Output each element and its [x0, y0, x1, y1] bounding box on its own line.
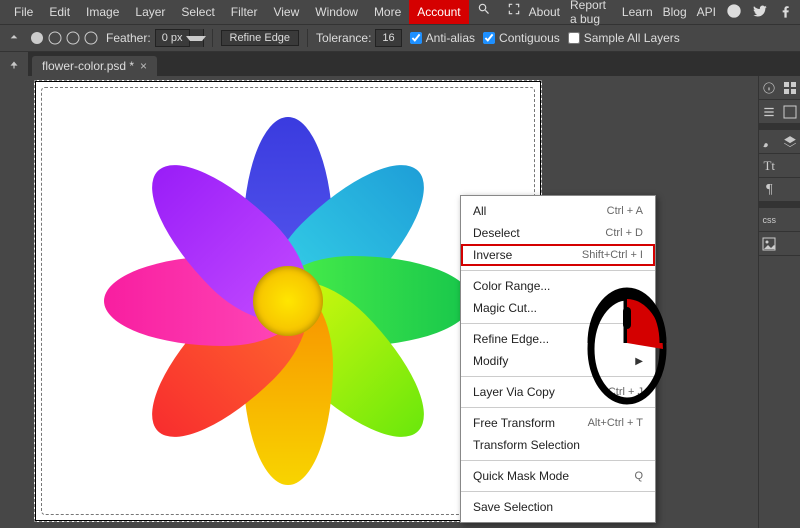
link-report-bug[interactable]: Report a bug	[570, 0, 612, 26]
right-panels: Tt ¶ css	[758, 76, 800, 528]
antialias-check[interactable]: Anti-alias	[410, 31, 475, 45]
link-blog[interactable]: Blog	[663, 5, 687, 19]
sep	[307, 29, 308, 47]
options-bar: Feather: 0 px Refine Edge Tolerance: 16 …	[0, 24, 800, 52]
tool-preset-icon[interactable]	[6, 29, 22, 48]
close-icon[interactable]: ×	[140, 59, 147, 73]
menu-file[interactable]: File	[6, 0, 41, 24]
panel-css-icon[interactable]: css	[759, 208, 780, 232]
menu-filter[interactable]: Filter	[223, 0, 266, 24]
menu-more[interactable]: More	[366, 0, 409, 24]
ctx-save-selection[interactable]: Save Selection	[461, 496, 655, 518]
move-tool-icon[interactable]	[2, 54, 26, 76]
feather-label: Feather:	[106, 31, 151, 45]
search-icon[interactable]	[469, 0, 499, 24]
menu-layer[interactable]: Layer	[127, 0, 173, 24]
contiguous-check[interactable]: Contiguous	[483, 31, 560, 45]
topright-links: About Report a bug Learn Blog API	[529, 0, 794, 26]
panel-image-icon[interactable]	[759, 232, 780, 256]
feather-field[interactable]: 0 px	[155, 29, 204, 47]
ctx-deselect[interactable]: DeselectCtrl + D	[461, 222, 655, 244]
ctx-magic-cut[interactable]: Magic Cut...	[461, 297, 655, 319]
tab-label: flower-color.psd *	[42, 59, 134, 73]
sel-new-icon[interactable]	[30, 31, 44, 45]
fullscreen-icon[interactable]	[499, 0, 529, 24]
flower-image	[73, 91, 503, 511]
menu-view[interactable]: View	[265, 0, 307, 24]
link-about[interactable]: About	[529, 5, 560, 19]
menu-account[interactable]: Account	[409, 0, 468, 24]
sel-int-icon[interactable]	[84, 31, 98, 45]
panel-char-icon[interactable]: Tt	[759, 154, 780, 178]
tab-flower[interactable]: flower-color.psd * ×	[32, 56, 157, 76]
ctx-layer-via-copy[interactable]: Layer Via CopyCtrl + J	[461, 381, 655, 403]
menu-image[interactable]: Image	[78, 0, 127, 24]
panel-info-icon[interactable]	[759, 76, 780, 100]
sample-all-check[interactable]: Sample All Layers	[568, 31, 680, 45]
menu-window[interactable]: Window	[307, 0, 366, 24]
twitter-icon[interactable]	[752, 3, 768, 22]
reddit-icon[interactable]	[726, 3, 742, 22]
refine-edge-button[interactable]: Refine Edge	[221, 30, 300, 46]
context-menu: AllCtrl + A DeselectCtrl + D InverseShif…	[460, 195, 656, 523]
panel-adjust-icon[interactable]	[780, 100, 800, 124]
ctx-inverse[interactable]: InverseShift+Ctrl + I	[461, 244, 655, 266]
sel-add-icon[interactable]	[48, 31, 62, 45]
panel-brush-icon[interactable]	[759, 130, 780, 154]
menu-bar: File Edit Image Layer Select Filter View…	[0, 0, 800, 24]
menu-edit[interactable]: Edit	[41, 0, 78, 24]
workspace: Tt ¶ css	[0, 76, 800, 528]
selection-mode-icons	[30, 31, 98, 45]
document-tabs: flower-color.psd * ×	[0, 52, 800, 76]
app-root: { "menu": {"file":"File","edit":"Edit","…	[0, 0, 800, 528]
ctx-refine-edge[interactable]: Refine Edge...	[461, 328, 655, 350]
tolerance-field[interactable]: 16	[375, 29, 401, 47]
sel-sub-icon[interactable]	[66, 31, 80, 45]
ctx-modify[interactable]: Modify▶	[461, 350, 655, 372]
ctx-free-transform[interactable]: Free TransformAlt+Ctrl + T	[461, 412, 655, 434]
panel-para-icon[interactable]: ¶	[759, 178, 780, 202]
panel-layers-icon[interactable]	[780, 130, 800, 154]
ctx-transform-selection[interactable]: Transform Selection	[461, 434, 655, 456]
ctx-quick-mask[interactable]: Quick Mask ModeQ	[461, 465, 655, 487]
sep	[212, 29, 213, 47]
menu-select[interactable]: Select	[173, 0, 222, 24]
panel-swatches-icon[interactable]	[780, 76, 800, 100]
link-api[interactable]: API	[697, 5, 716, 19]
tolerance-label: Tolerance:	[316, 31, 371, 45]
ctx-color-range[interactable]: Color Range...	[461, 275, 655, 297]
ctx-all[interactable]: AllCtrl + A	[461, 200, 655, 222]
facebook-icon[interactable]	[778, 3, 794, 22]
panel-history-icon[interactable]	[759, 100, 780, 124]
link-learn[interactable]: Learn	[622, 5, 653, 19]
